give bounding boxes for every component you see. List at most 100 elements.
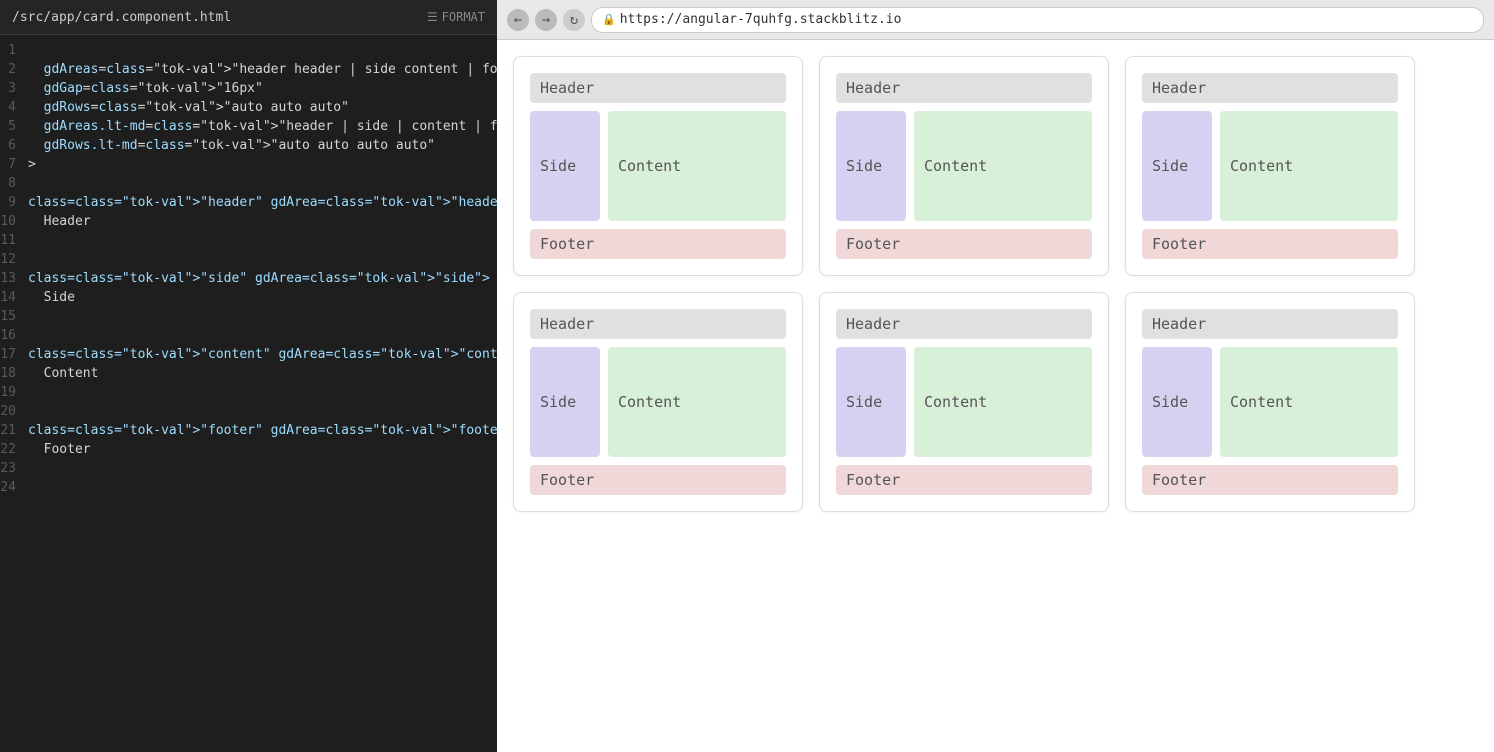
line-number: 16 <box>0 328 28 343</box>
line-number: 7 <box>0 157 28 172</box>
code-line: 3 gdGap=class="tok-val">"16px" <box>0 81 497 100</box>
format-icon: ☰ <box>427 10 438 24</box>
line-content: gdAreas.lt-md=class="tok-val">"header | … <box>28 119 497 134</box>
line-number: 15 <box>0 309 28 324</box>
line-content: > <box>28 157 36 172</box>
card-side: Side <box>836 111 906 221</box>
code-line: 6 gdRows.lt-md=class="tok-val">"auto aut… <box>0 138 497 157</box>
line-content: class=class="tok-val">"footer" gdArea=cl… <box>28 423 497 438</box>
code-line: 17class=class="tok-val">"content" gdArea… <box>0 347 497 366</box>
browser-panel: ← → ↻ 🔒 https://angular-7quhfg.stackblit… <box>497 0 1494 752</box>
card-footer: Footer <box>1142 229 1398 259</box>
code-line: 18 Content <box>0 366 497 385</box>
line-content: class=class="tok-val">"header" gdArea=cl… <box>28 195 497 210</box>
card-side: Side <box>530 111 600 221</box>
card-content: Content <box>1220 111 1398 221</box>
line-content <box>28 404 36 419</box>
card-header: Header <box>530 73 786 103</box>
line-content: gdRows.lt-md=class="tok-val">"auto auto … <box>28 138 435 153</box>
line-number: 3 <box>0 81 28 96</box>
card-side: Side <box>530 347 600 457</box>
card-header: Header <box>836 73 1092 103</box>
code-line: 12 <box>0 252 497 271</box>
grid-card: Header Side Content Footer <box>1125 292 1415 512</box>
code-line: 1 <box>0 43 497 62</box>
line-content: Content <box>28 366 98 381</box>
line-content <box>28 252 36 267</box>
card-header: Header <box>836 309 1092 339</box>
card-content: Content <box>1220 347 1398 457</box>
forward-button[interactable]: → <box>535 9 557 31</box>
line-number: 24 <box>0 480 28 495</box>
code-line: 9class=class="tok-val">"header" gdArea=c… <box>0 195 497 214</box>
line-content: gdAreas=class="tok-val">"header header |… <box>28 62 497 77</box>
line-number: 2 <box>0 62 28 77</box>
reload-button[interactable]: ↻ <box>563 9 585 31</box>
editor-tab-bar: /src/app/card.component.html ☰ FORMAT <box>0 0 497 35</box>
code-area: 12 gdAreas=class="tok-val">"header heade… <box>0 35 497 752</box>
back-button[interactable]: ← <box>507 9 529 31</box>
code-line: 8 <box>0 176 497 195</box>
card-content: Content <box>914 111 1092 221</box>
line-number: 8 <box>0 176 28 191</box>
grid-card: Header Side Content Footer <box>513 292 803 512</box>
line-number: 12 <box>0 252 28 267</box>
line-number: 23 <box>0 461 28 476</box>
card-header: Header <box>1142 309 1398 339</box>
format-label: FORMAT <box>442 10 485 24</box>
line-number: 14 <box>0 290 28 305</box>
format-button[interactable]: ☰ FORMAT <box>427 10 485 24</box>
code-line: 5 gdAreas.lt-md=class="tok-val">"header … <box>0 119 497 138</box>
card-content: Content <box>608 347 786 457</box>
code-line: 13class=class="tok-val">"side" gdArea=cl… <box>0 271 497 290</box>
code-line: 22 Footer <box>0 442 497 461</box>
code-line: 19 <box>0 385 497 404</box>
url-text: https://angular-7quhfg.stackblitz.io <box>620 12 902 27</box>
card-header: Header <box>530 309 786 339</box>
card-footer: Footer <box>836 465 1092 495</box>
code-line: 7> <box>0 157 497 176</box>
line-number: 4 <box>0 100 28 115</box>
code-line: 20 <box>0 404 497 423</box>
code-line: 10 Header <box>0 214 497 233</box>
code-line: 2 gdAreas=class="tok-val">"header header… <box>0 62 497 81</box>
grid-card: Header Side Content Footer <box>513 56 803 276</box>
line-content: gdRows=class="tok-val">"auto auto auto" <box>28 100 349 115</box>
editor-tab-label: /src/app/card.component.html <box>12 10 231 25</box>
card-footer: Footer <box>836 229 1092 259</box>
code-line: 23 <box>0 461 497 480</box>
line-number: 5 <box>0 119 28 134</box>
line-number: 11 <box>0 233 28 248</box>
line-content: class=class="tok-val">"content" gdArea=c… <box>28 347 497 362</box>
line-content: Footer <box>28 442 91 457</box>
card-side: Side <box>1142 111 1212 221</box>
code-line: 14 Side <box>0 290 497 309</box>
line-number: 22 <box>0 442 28 457</box>
line-number: 20 <box>0 404 28 419</box>
line-content <box>28 176 36 191</box>
line-number: 17 <box>0 347 28 362</box>
card-side: Side <box>1142 347 1212 457</box>
line-number: 9 <box>0 195 28 210</box>
url-bar[interactable]: 🔒 https://angular-7quhfg.stackblitz.io <box>591 7 1484 33</box>
code-line: 4 gdRows=class="tok-val">"auto auto auto… <box>0 100 497 119</box>
code-line: 24 <box>0 480 497 499</box>
lock-icon: 🔒 <box>602 13 616 26</box>
line-number: 13 <box>0 271 28 286</box>
line-number: 10 <box>0 214 28 229</box>
card-content: Content <box>608 111 786 221</box>
line-content: gdGap=class="tok-val">"16px" <box>28 81 263 96</box>
line-number: 1 <box>0 43 28 58</box>
code-line: 21class=class="tok-val">"footer" gdArea=… <box>0 423 497 442</box>
line-content: Header <box>28 214 91 229</box>
code-line: 15 <box>0 309 497 328</box>
grid-card: Header Side Content Footer <box>819 292 1109 512</box>
line-number: 21 <box>0 423 28 438</box>
line-content: Side <box>28 290 75 305</box>
grid-card: Header Side Content Footer <box>1125 56 1415 276</box>
card-footer: Footer <box>530 465 786 495</box>
line-number: 19 <box>0 385 28 400</box>
line-number: 6 <box>0 138 28 153</box>
browser-content: Header Side Content Footer Header Side C… <box>497 40 1494 752</box>
editor-panel: /src/app/card.component.html ☰ FORMAT 12… <box>0 0 497 752</box>
